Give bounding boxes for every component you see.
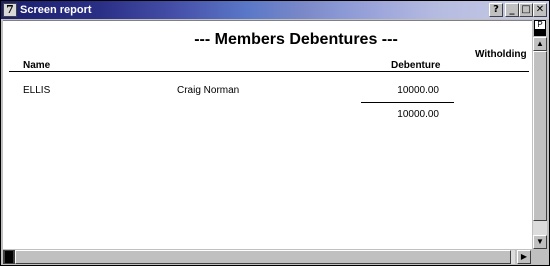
minimize-button[interactable]: _ bbox=[505, 3, 519, 17]
scroll-left-button[interactable] bbox=[3, 250, 15, 264]
report-title: --- Members Debentures --- bbox=[194, 31, 398, 48]
total-divider bbox=[361, 102, 454, 103]
app-icon[interactable]: 7 bbox=[3, 3, 17, 17]
window-title: Screen report bbox=[20, 4, 92, 16]
horizontal-scrollbar[interactable]: ▶ bbox=[3, 249, 532, 265]
title-bar[interactable]: 7 Screen report ? _ □ ✕ bbox=[1, 1, 549, 19]
column-header-debenture: Debenture bbox=[391, 60, 441, 71]
vertical-scrollbar[interactable]: P ▲ ▼ bbox=[532, 20, 548, 249]
row-surname: ELLIS bbox=[23, 85, 51, 96]
right-arrow-icon: ▶ bbox=[520, 252, 528, 261]
size-grip[interactable] bbox=[532, 249, 548, 265]
up-arrow-icon: ▲ bbox=[536, 39, 544, 48]
column-header-withholding: Witholding bbox=[475, 49, 527, 60]
row-debenture: 10000.00 bbox=[397, 85, 439, 96]
down-arrow-icon: ▼ bbox=[536, 237, 544, 246]
scroll-right-button[interactable]: ▶ bbox=[517, 250, 531, 264]
horizontal-scroll-thumb[interactable] bbox=[15, 250, 511, 264]
scroll-down-button[interactable]: ▼ bbox=[533, 235, 547, 249]
maximize-button[interactable]: □ bbox=[519, 3, 533, 17]
column-header-name: Name bbox=[23, 60, 51, 71]
page-indicator-bar bbox=[534, 30, 546, 36]
scroll-up-button[interactable]: ▲ bbox=[533, 37, 547, 51]
total-debenture: 10000.00 bbox=[397, 109, 439, 120]
left-bar-icon bbox=[5, 251, 13, 263]
page-marker[interactable]: P bbox=[534, 20, 546, 30]
row-given-names: Craig Norman bbox=[177, 85, 240, 96]
report-content: --- Members Debentures --- Witholding Na… bbox=[3, 20, 532, 249]
close-button[interactable]: ✕ bbox=[533, 3, 547, 17]
report-window: 7 Screen report ? _ □ ✕ --- Members Debe… bbox=[0, 0, 550, 266]
help-button[interactable]: ? bbox=[489, 3, 503, 17]
header-divider bbox=[9, 71, 529, 72]
vertical-scroll-thumb[interactable] bbox=[533, 51, 547, 221]
